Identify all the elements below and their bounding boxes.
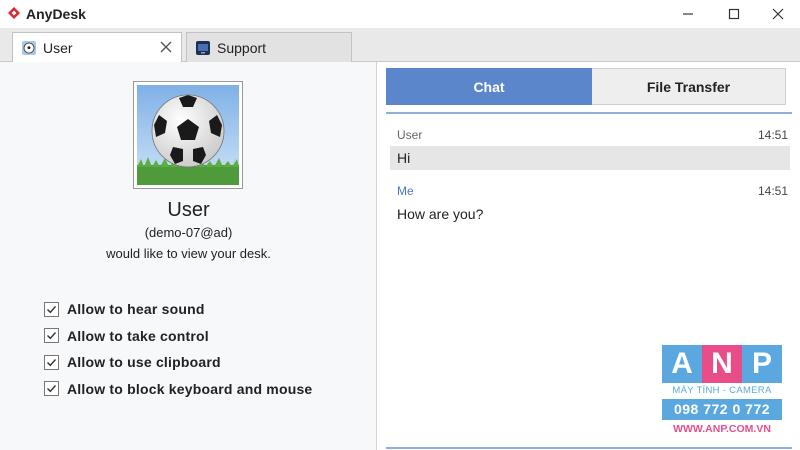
requester-id: (demo-07@ad): [144, 225, 233, 240]
requester-name: User: [167, 199, 210, 221]
tab-chat[interactable]: Chat: [386, 68, 592, 105]
window-title: AnyDesk: [26, 6, 86, 22]
permission-label: Allow to take control: [67, 327, 209, 344]
checkmark-icon: [47, 385, 57, 393]
panel-tabs: Chat File Transfer: [386, 68, 786, 105]
checkbox[interactable]: [44, 328, 59, 344]
close-icon: [772, 8, 784, 20]
permission-take-control[interactable]: Allow to take control: [44, 323, 312, 350]
message-text: Hi: [390, 146, 790, 170]
permission-block-input[interactable]: Allow to block keyboard and mouse: [44, 376, 312, 403]
tab-file-transfer[interactable]: File Transfer: [592, 68, 786, 105]
request-message: would like to view your desk.: [106, 246, 271, 261]
maximize-button[interactable]: [714, 0, 754, 28]
permission-label: Allow to use clipboard: [67, 354, 221, 371]
watermark-letter: A: [662, 345, 702, 383]
message-sender: User: [397, 128, 423, 142]
tab-support[interactable]: Support: [186, 32, 352, 62]
avatar: [133, 81, 243, 189]
permission-label: Allow to block keyboard and mouse: [67, 380, 313, 397]
chat-input-divider: [386, 447, 792, 449]
checkmark-icon: [47, 305, 57, 314]
permission-use-clipboard[interactable]: Allow to use clipboard: [44, 349, 312, 376]
message-time: 14:51: [757, 128, 788, 142]
watermark-logo: A N P: [662, 345, 782, 383]
message-time: 14:51: [757, 184, 788, 198]
watermark-letter: P: [742, 345, 782, 383]
tab-label: User: [43, 40, 73, 56]
close-window-button[interactable]: [758, 0, 798, 28]
monitor-icon: [196, 40, 210, 55]
soccer-ball-avatar-icon: [22, 41, 36, 55]
message-text: How are you?: [397, 206, 484, 222]
checkbox[interactable]: [44, 354, 59, 370]
minimize-icon: [683, 13, 693, 15]
tab-label: Support: [217, 39, 267, 56]
checkbox[interactable]: [44, 301, 59, 317]
title-bar: AnyDesk: [0, 0, 800, 28]
message-sender: Me: [397, 184, 414, 198]
checkbox[interactable]: [44, 381, 59, 397]
watermark-letter: N: [702, 345, 742, 383]
maximize-icon: [728, 8, 740, 20]
permission-list: Allow to hear sound Allow to take contro…: [44, 296, 312, 402]
soccer-ball-image: [137, 85, 239, 185]
chat-divider: [386, 112, 792, 114]
anydesk-logo-icon: [8, 7, 20, 19]
checkmark-icon: [47, 358, 57, 367]
watermark-subtitle: MÁY TÍNH - CAMERA: [672, 385, 772, 396]
watermark-phone: 098 772 0 772: [662, 399, 782, 420]
session-tab-strip: User Support: [0, 28, 800, 63]
watermark-website: WWW.ANP.COM.VN: [673, 423, 771, 435]
permission-label: Allow to hear sound: [67, 301, 205, 318]
tab-user[interactable]: User: [12, 32, 182, 63]
anp-watermark: A N P MÁY TÍNH - CAMERA 098 772 0 772 WW…: [662, 345, 782, 439]
close-tab-icon[interactable]: [158, 39, 174, 55]
permission-hear-sound[interactable]: Allow to hear sound: [44, 296, 312, 323]
minimize-button[interactable]: [668, 0, 708, 28]
checkmark-icon: [47, 332, 57, 340]
access-request-panel: User (demo-07@ad) would like to view you…: [0, 62, 377, 450]
